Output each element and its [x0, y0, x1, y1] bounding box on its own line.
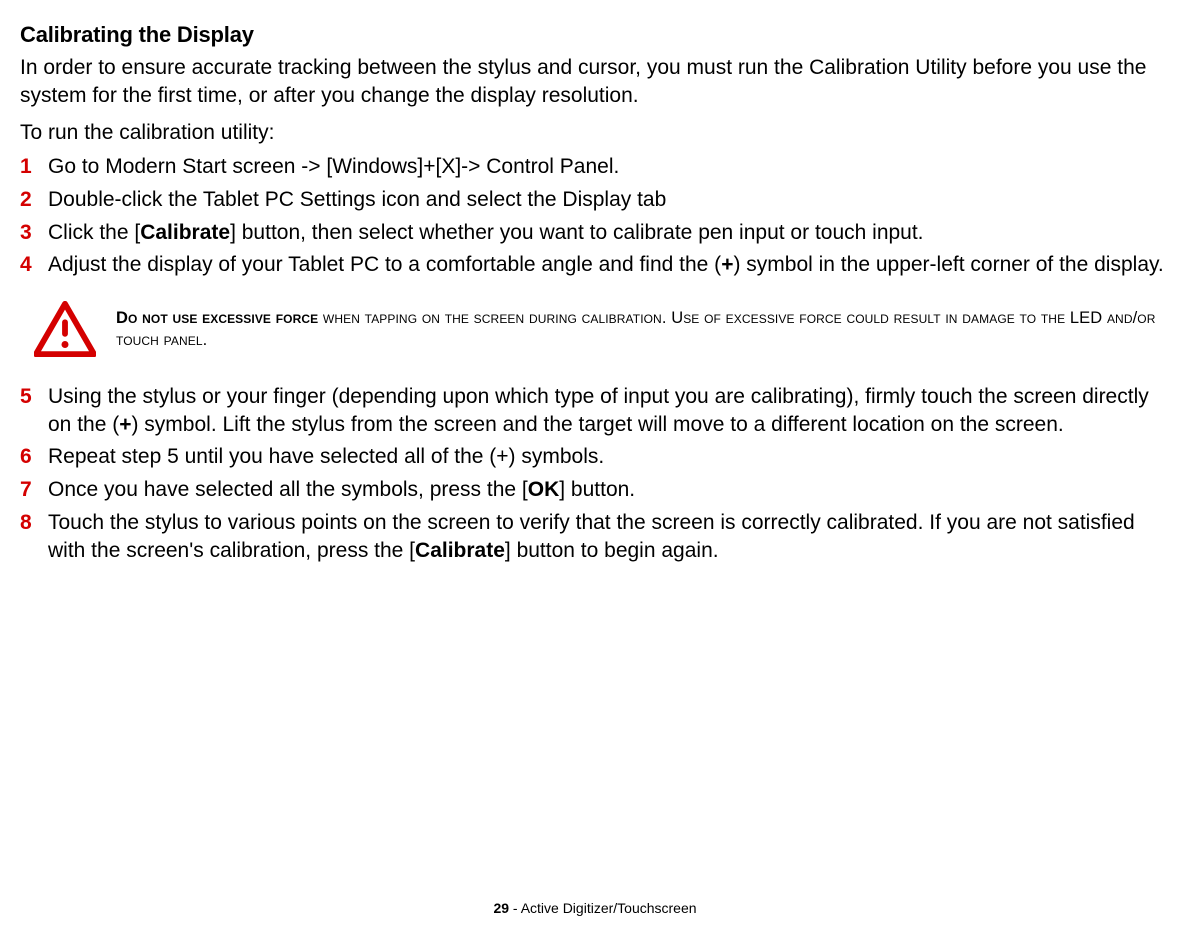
step-text: Double-click the Tablet PC Settings icon… [48, 188, 666, 211]
step-number: 6 [20, 443, 32, 471]
section-heading: Calibrating the Display [20, 22, 1170, 48]
step-text: Once you have selected all the symbols, … [48, 478, 635, 501]
step-text: Using the stylus or your finger (dependi… [48, 385, 1149, 436]
warning-callout: Do not use excessive force when tapping … [20, 301, 1170, 357]
step-number: 3 [20, 219, 32, 247]
step-8: 8 Touch the stylus to various points on … [20, 509, 1170, 564]
page-footer: 29 - Active Digitizer/Touchscreen [0, 900, 1190, 916]
bold-plus: + [721, 253, 733, 276]
step-number: 4 [20, 251, 32, 279]
warning-text: Do not use excessive force when tapping … [116, 307, 1170, 352]
step-text: Click the [Calibrate] button, then selec… [48, 221, 924, 244]
step-number: 7 [20, 476, 32, 504]
step-number: 2 [20, 186, 32, 214]
intro-paragraph: In order to ensure accurate tracking bet… [20, 54, 1170, 109]
lead-in: To run the calibration utility: [20, 119, 1170, 147]
step-text: Touch the stylus to various points on th… [48, 511, 1135, 562]
step-5: 5 Using the stylus or your finger (depen… [20, 383, 1170, 438]
footer-sep: - [509, 900, 521, 916]
steps-list-b: 5 Using the stylus or your finger (depen… [20, 383, 1170, 564]
bold-calibrate: Calibrate [415, 539, 505, 562]
step-number: 1 [20, 153, 32, 181]
page-number: 29 [493, 900, 509, 916]
steps-list-a: 1 Go to Modern Start screen -> [Windows]… [20, 153, 1170, 279]
warning-icon [34, 301, 96, 357]
step-6: 6 Repeat step 5 until you have selected … [20, 443, 1170, 471]
step-2: 2 Double-click the Tablet PC Settings ic… [20, 186, 1170, 214]
step-1: 1 Go to Modern Start screen -> [Windows]… [20, 153, 1170, 181]
footer-section: Active Digitizer/Touchscreen [521, 900, 697, 916]
step-3: 3 Click the [Calibrate] button, then sel… [20, 219, 1170, 247]
step-text: Repeat step 5 until you have selected al… [48, 445, 604, 468]
warning-strong: Do not use excessive force [116, 309, 318, 327]
step-text: Adjust the display of your Tablet PC to … [48, 253, 1164, 276]
step-7: 7 Once you have selected all the symbols… [20, 476, 1170, 504]
step-4: 4 Adjust the display of your Tablet PC t… [20, 251, 1170, 279]
bold-ok: OK [528, 478, 560, 501]
step-text: Go to Modern Start screen -> [Windows]+[… [48, 155, 619, 178]
step-number: 8 [20, 509, 32, 537]
bold-plus: + [119, 413, 131, 436]
page: Calibrating the Display In order to ensu… [0, 0, 1190, 928]
step-number: 5 [20, 383, 32, 411]
bold-calibrate: Calibrate [140, 221, 230, 244]
